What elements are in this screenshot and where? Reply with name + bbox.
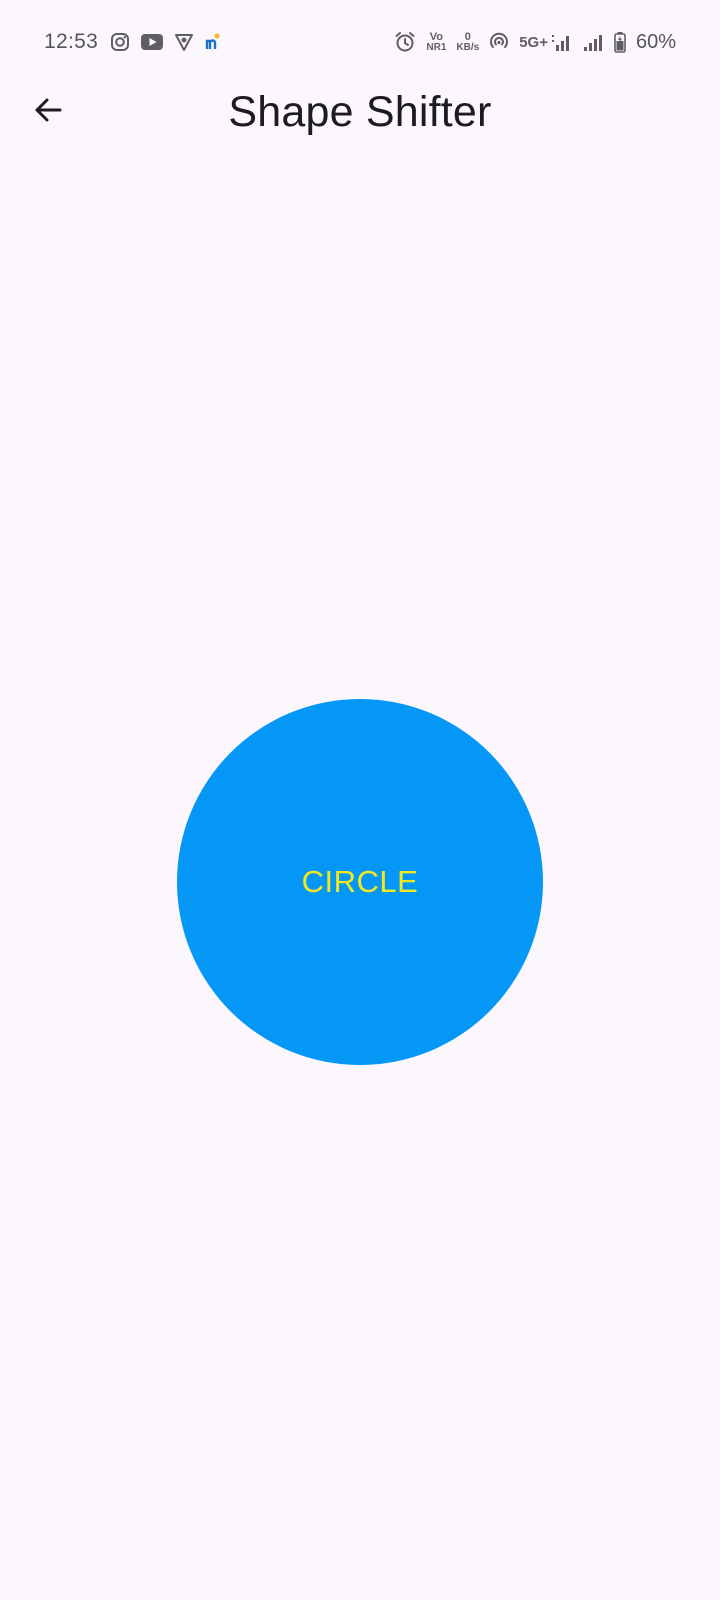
- status-bar: 12:53 Vo NR1 0 KB/s 5G+ 60%: [0, 0, 720, 84]
- status-right: Vo NR1 0 KB/s 5G+ 60%: [394, 31, 676, 54]
- network-speed: 0 KB/s: [456, 30, 480, 53]
- youtube-icon: [140, 33, 164, 51]
- alarm-icon: [394, 31, 416, 53]
- network-speed-unit: KB/s: [456, 41, 480, 53]
- shape-label: CIRCLE: [301, 864, 419, 899]
- signal-1-icon: [550, 32, 572, 52]
- battery-icon: [614, 31, 626, 53]
- page-title: Shape Shifter: [228, 88, 492, 136]
- network-speed-value: 0: [464, 30, 471, 43]
- status-time: 12:53: [44, 30, 99, 53]
- volte-indicator: Vo NR1: [426, 30, 447, 53]
- instagram-icon: [110, 32, 130, 52]
- network-type: 5G+: [519, 33, 548, 51]
- volte-top-label: Vo: [429, 30, 443, 43]
- signal-2-icon: [582, 32, 604, 52]
- battery-percent: 60%: [635, 30, 676, 53]
- volte-bottom-label: NR1: [426, 41, 447, 53]
- hotspot-icon: [489, 32, 509, 52]
- mi-app-icon: [204, 32, 222, 52]
- shape-circle[interactable]: CIRCLE: [177, 699, 543, 1065]
- status-left: 12:53: [44, 30, 232, 54]
- vpn-shield-icon: [174, 32, 194, 52]
- app-bar: Shape Shifter: [0, 84, 720, 140]
